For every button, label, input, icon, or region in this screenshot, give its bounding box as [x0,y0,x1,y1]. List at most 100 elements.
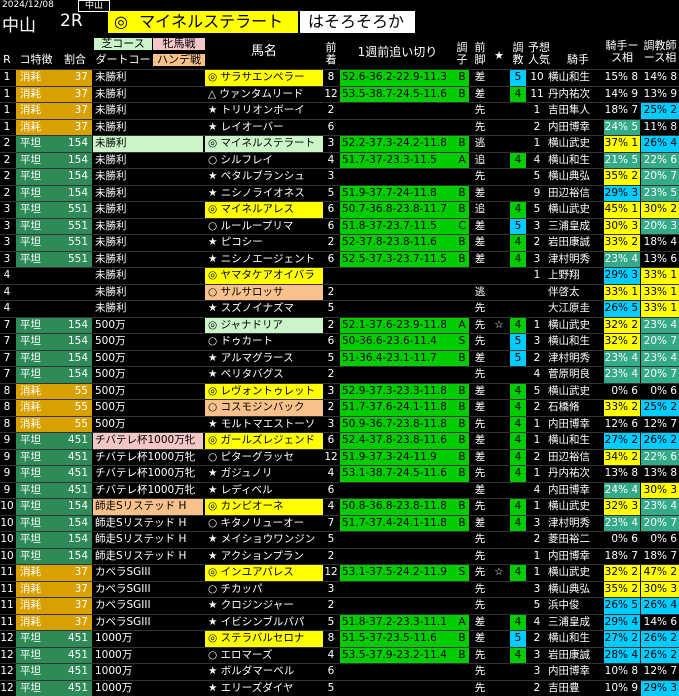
condition-grade-cell: B [455,136,469,152]
training-cell: 4 [510,433,526,449]
race-number-cell: 12 [0,664,14,680]
table-row: 8消耗55500万★ モルトマエストーソ350.9-36.7-23.8-11.8… [0,416,679,433]
condition-grade-cell: A [455,318,469,334]
running-style-cell: 先 [472,499,488,515]
workout-time-cell [340,120,455,136]
jockey-name-cell: 内田博幸 [546,417,602,433]
training-cell [510,598,526,614]
score-cell: 37 [56,598,92,614]
training-cell: 5 [510,334,526,350]
condition-grade-cell [455,532,469,548]
star-mark-cell [492,532,506,548]
race-number-cell: 3 [0,235,14,251]
table-row: 3平坦551未勝利★ ピコシー252-37.8-23.8-11.6B差42岩田康… [0,234,679,251]
race-number-cell: 1 [0,70,14,86]
course-condition-cell: 消耗 [16,70,56,86]
race-number-cell: 1 [0,87,14,103]
horse-name-cell: ◎ マイネルアレス [205,202,323,218]
prev-finish-cell: 5 [324,351,338,367]
predicted-popularity-cell: 10 [530,70,544,86]
race-number-cell: 10 [0,549,14,565]
race-class-cell: カペラSGIII [93,598,203,614]
running-style-cell: 差 [472,235,488,251]
horse-name-cell: ◎ サラサエンペラー [205,70,323,86]
jockey-name-cell: 上野翔 [546,268,602,284]
predicted-popularity-cell: 1 [530,433,544,449]
predicted-popularity-cell: 2 [530,235,544,251]
score-cell: 154 [56,153,92,169]
race-class-cell: カペラSGIII [93,565,203,581]
score-cell: 451 [56,466,92,482]
course-condition-cell: 平坦 [16,466,56,482]
course-condition-cell [16,301,56,317]
race-class-cell: 500万 [93,384,203,400]
workout-time-cell: 52.9-37.3-23.3-11.8 [340,384,455,400]
star-mark-cell [492,582,506,598]
course-condition-cell: 平坦 [16,648,56,664]
race-class-cell: 500万 [93,367,203,383]
condition-grade-cell: B [455,433,469,449]
jockey-course-stat-cell: 12% 6 [604,417,640,433]
jockey-course-stat-cell: 27% 2 [604,433,640,449]
jockey-name-cell: 田辺裕信 [546,186,602,202]
predicted-popularity-cell: 5 [530,202,544,218]
trainer-course-stat-cell: 23% 4 [641,318,679,334]
trainer-course-stat-cell: 13% 6 [641,252,679,268]
jockey-course-stat-cell: 35% 2 [604,582,640,598]
condition-grade-cell: B [455,466,469,482]
prev-finish-cell: 8 [324,631,338,647]
workout-time-cell: 53.1-37.5-24.2-11.9 [340,565,455,581]
table-row: 12平坦4511000万★ エリーズダイヤ5先2吉田豊10% 929% 3 [0,680,679,696]
workout-time-cell: 51-36.4-23.1-11.7 [340,351,455,367]
jockey-course-stat-cell: 0% 6 [604,384,640,400]
table-row: 1消耗37未勝利★ レイオーバー6先2内田博幸24% 511% 8 [0,119,679,136]
jockey-course-stat-cell: 37% 1 [604,136,640,152]
race-number-cell: 3 [0,219,14,235]
race-class-cell: 師走Sリステッド H [93,549,203,565]
score-cell: 154 [56,318,92,334]
trainer-course-stat-cell: 0% 6 [641,384,679,400]
jockey-name-cell: 横山和生 [546,334,602,350]
training-cell: 4 [510,202,526,218]
col-prev-bottom: ダートコー [94,54,152,66]
workout-time-cell: 50.8-36.8-23.8-11.8 [340,499,455,515]
training-cell [510,301,526,317]
running-style-cell: 先 [472,664,488,680]
table-row: 12平坦4511000万○ エロマーズ453.5-37.9-23.2-11.4B… [0,647,679,664]
workout-time-cell [340,169,455,185]
jockey-course-stat-cell: 23% 4 [604,516,640,532]
jockey-course-stat-cell: 29% 3 [604,186,640,202]
prev-finish-cell: 12 [324,450,338,466]
prev-finish-cell: 6 [324,433,338,449]
running-style-cell: 先 [472,103,488,119]
score-cell: 451 [56,648,92,664]
running-style-cell: 先 [472,582,488,598]
table-row: 12平坦4511000万★ ボルダマーベル6先3内田博幸10% 812% 7 [0,663,679,680]
star-mark-cell [492,285,506,301]
score-cell [56,301,92,317]
condition-grade-cell: B [455,384,469,400]
trainer-course-stat-cell: 20% 3 [641,219,679,235]
workout-time-cell: 51.5-37-23.5-11.6 [340,631,455,647]
col-pos: 前着 [324,42,338,66]
workout-time-cell: 52.5-37.3-23.7-11.5 [340,252,455,268]
trainer-course-stat-cell: 26% 2 [641,648,679,664]
running-style-cell: 先 [472,549,488,565]
training-cell [510,549,526,565]
table-row: 3平坦551未勝利◎ マイネルアレス650.7-36.8-23.8-11.7B追… [0,201,679,218]
race-class-cell: 未勝利 [93,252,203,268]
running-style-cell: 差 [472,351,488,367]
score-cell: 37 [56,120,92,136]
race-number-cell: 10 [0,532,14,548]
col-time: 1週前追い切り [340,46,455,58]
table-row: 3平坦551未勝利★ ニシノエージェント652.5-37.3-23.7-11.5… [0,251,679,268]
jockey-course-stat-cell: 45% 1 [604,202,640,218]
jockey-course-stat-cell: 33% 2 [604,400,640,416]
training-cell [510,664,526,680]
table-row: 7平坦154500万★ ペリタバグス2先4菅原明良23% 420% 7 [0,366,679,383]
jockey-course-stat-cell: 30% 3 [604,219,640,235]
jockey-name-cell: 大江原圭 [546,301,602,317]
race-number-cell: 1 [0,103,14,119]
running-style-cell: 先 [472,466,488,482]
jockey-name-cell: 横山和生 [546,70,602,86]
